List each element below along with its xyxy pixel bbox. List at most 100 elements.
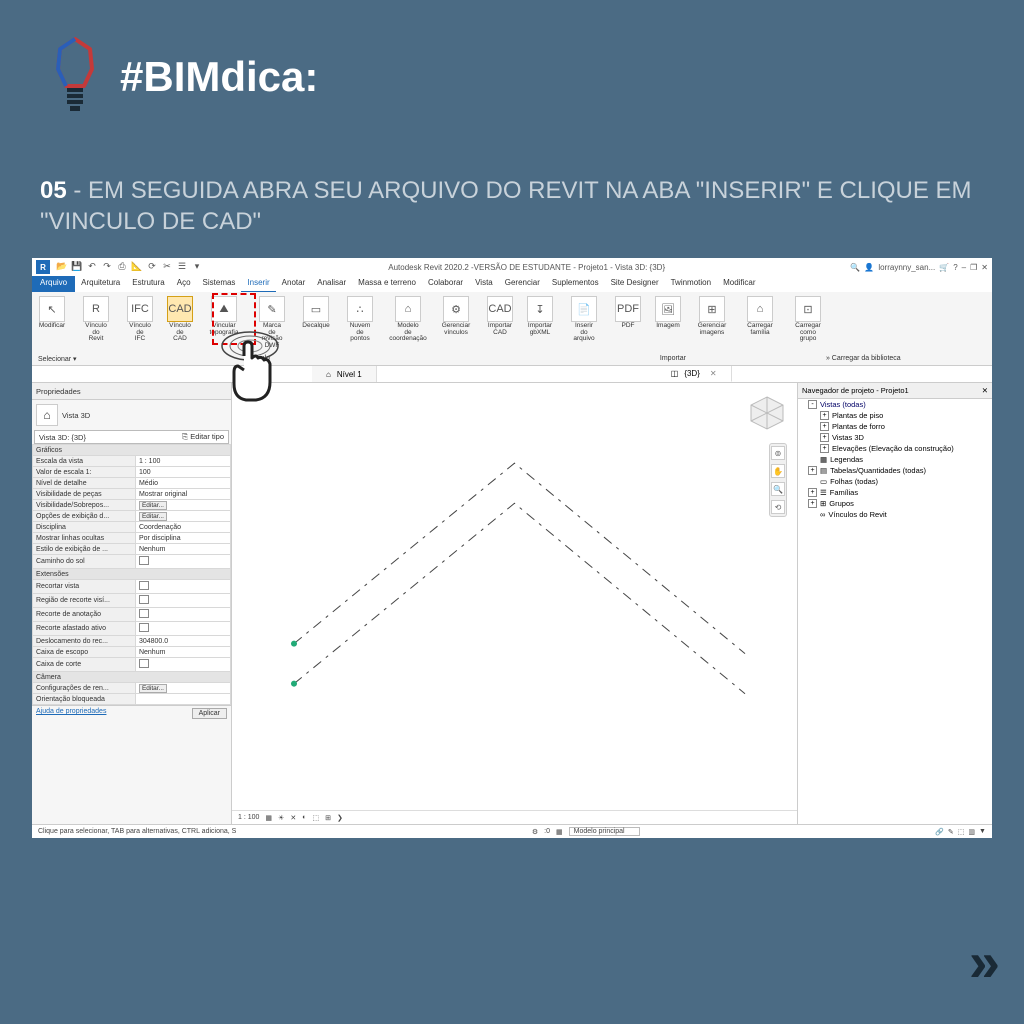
tab-suplementos[interactable]: Suplementos [546,276,605,292]
checkbox[interactable] [139,581,149,590]
qat-redo-icon[interactable]: ↷ [101,261,113,273]
nav-orbit-icon[interactable]: ⟲ [771,500,785,514]
edit-button[interactable]: Editar... [139,684,167,693]
vc-icon[interactable]: ◐ [302,814,306,821]
view-tab-nivel1[interactable]: ⌂Nível 1 [312,366,377,382]
qat-measure-icon[interactable]: 📐 [131,261,143,273]
vc-icon[interactable]: ⊞ [325,814,331,822]
tab-site-designer[interactable]: Site Designer [605,276,665,292]
prop-value[interactable]: Nenhum [139,546,165,553]
help-link[interactable]: Ajuda de propriedades [36,708,106,719]
status-icon[interactable]: 🔗 [935,828,944,836]
scale-label[interactable]: 1 : 100 [238,814,259,821]
help-icon[interactable]: ? [953,263,957,272]
checkbox[interactable] [139,595,149,604]
tree-item[interactable]: +⊞Grupos [808,498,992,509]
qat-section-icon[interactable]: ✂ [161,261,173,273]
tree-item[interactable]: +Plantas de piso [808,410,992,421]
prop-value[interactable]: 304800.0 [139,638,168,645]
maximize-button[interactable]: ❐ [970,263,977,272]
tree-item[interactable]: +▤Tabelas/Quantidades (todas) [808,465,992,476]
next-chevron-icon[interactable]: » [969,929,986,994]
tab-twinmotion[interactable]: Twinmotion [665,276,717,292]
user-icon[interactable]: 👤 [864,263,874,272]
expand-icon[interactable]: + [820,411,829,420]
vc-icon[interactable]: ⬚ [312,814,319,822]
nav-zoom-icon[interactable]: 🔍 [771,482,785,496]
prop-value[interactable]: 100 [139,469,151,476]
tab-estrutura[interactable]: Estrutura [126,276,170,292]
checkbox[interactable] [139,556,149,565]
nav-pan-icon[interactable]: ✋ [771,464,785,478]
prop-value[interactable]: Coordenação [139,524,181,531]
status-icon[interactable]: ▼ [979,828,986,836]
expand-icon[interactable]: + [820,444,829,453]
qat-sync-icon[interactable]: ⟳ [146,261,158,273]
user-label[interactable]: lorraynny_san... [878,263,935,272]
tab-arquitetura[interactable]: Arquitetura [75,276,126,292]
tree-label[interactable]: Vistas (todas) [820,400,866,409]
view-cube[interactable] [745,391,789,435]
expand-icon[interactable]: + [820,433,829,442]
quick-access-toolbar[interactable]: 📂 💾 ↶ ↷ ⎙ 📐 ⟳ ✂ ☰ ▾ [56,261,203,273]
edit-button[interactable]: Editar... [139,512,167,521]
vc-icon[interactable]: ✕ [290,814,296,822]
vc-icon[interactable]: ❯ [337,814,343,822]
tree-item[interactable]: -Vistas (todas) [808,399,992,410]
search-icon[interactable]: 🔍 [850,263,860,272]
vc-icon[interactable]: ☀ [278,814,284,822]
close-icon[interactable]: ✕ [710,369,717,378]
prop-value[interactable]: 1 : 100 [139,458,160,465]
minimize-button[interactable]: – [962,263,966,272]
prop-value[interactable]: Nenhum [139,649,165,656]
expand-icon[interactable]: + [808,499,817,508]
prop-value[interactable]: Por disciplina [139,535,181,542]
type-selector[interactable]: Vista 3D: {3D} ⎘ Editar tipo [34,430,229,444]
qat-print-icon[interactable]: ⎙ [116,261,128,273]
cart-icon[interactable]: 🛒 [939,263,949,272]
tree-item[interactable]: ∞Vínculos do Revit [808,509,992,520]
qat-open-icon[interactable]: 📂 [56,261,68,273]
tab-analisar[interactable]: Analisar [311,276,352,292]
vc-icon[interactable]: ▦ [265,814,272,822]
edit-type-button[interactable]: ⎘ Editar tipo [182,432,224,442]
qat-save-icon[interactable]: 💾 [71,261,83,273]
tab-inserir[interactable]: Inserir [241,276,275,292]
status-icon[interactable]: ▥ [968,828,975,836]
tab-gerenciar[interactable]: Gerenciar [499,276,546,292]
qat-undo-icon[interactable]: ↶ [86,261,98,273]
status-icon[interactable]: ✎ [948,828,954,836]
expand-icon[interactable]: + [808,488,817,497]
expand-icon[interactable]: + [808,466,817,475]
nav-fullnav-icon[interactable]: ⊚ [771,446,785,460]
close-icon[interactable]: ✕ [982,386,988,395]
canvas[interactable]: ⊚ ✋ 🔍 ⟲ 1 : 100 ▦ ☀ ✕ ◐ ⬚ ⊞ ❯ [232,383,797,824]
status-icon[interactable]: ⬚ [958,828,965,836]
expand-icon[interactable]: - [808,400,817,409]
ribbon-group-selecionar[interactable]: Selecionar ▾ [38,355,77,363]
tab-anotar[interactable]: Anotar [276,276,312,292]
prop-value[interactable]: Médio [139,480,158,487]
status-icon[interactable]: ⚙ [532,828,538,836]
qat-dropdown-icon[interactable]: ▾ [191,261,203,273]
tree-item[interactable]: ▭Folhas (todas) [808,476,992,487]
model-selector[interactable]: Modelo principal [569,827,640,836]
edit-button[interactable]: Editar... [139,501,167,510]
status-icon[interactable]: ▦ [556,828,563,836]
tab-modificar[interactable]: Modificar [717,276,761,292]
prop-value[interactable]: Mostrar original [139,491,187,498]
apply-button[interactable]: Aplicar [192,708,227,719]
tree-item[interactable]: ▦Legendas [808,454,992,465]
close-button[interactable]: ✕ [981,263,988,272]
checkbox[interactable] [139,659,149,668]
checkbox[interactable] [139,609,149,618]
expand-icon[interactable]: + [820,422,829,431]
qat-more-icon[interactable]: ☰ [176,261,188,273]
tree-item[interactable]: +Vistas 3D [808,432,992,443]
tab-vista[interactable]: Vista [469,276,499,292]
view-tab-3d[interactable]: ◫{3D}✕ [657,366,732,382]
nav-bar[interactable]: ⊚ ✋ 🔍 ⟲ [769,443,787,517]
tree-item[interactable]: +Elevações (Elevação da construção) [808,443,992,454]
tab-massa-e-terreno[interactable]: Massa e terreno [352,276,422,292]
file-tab[interactable]: Arquivo [32,276,75,292]
